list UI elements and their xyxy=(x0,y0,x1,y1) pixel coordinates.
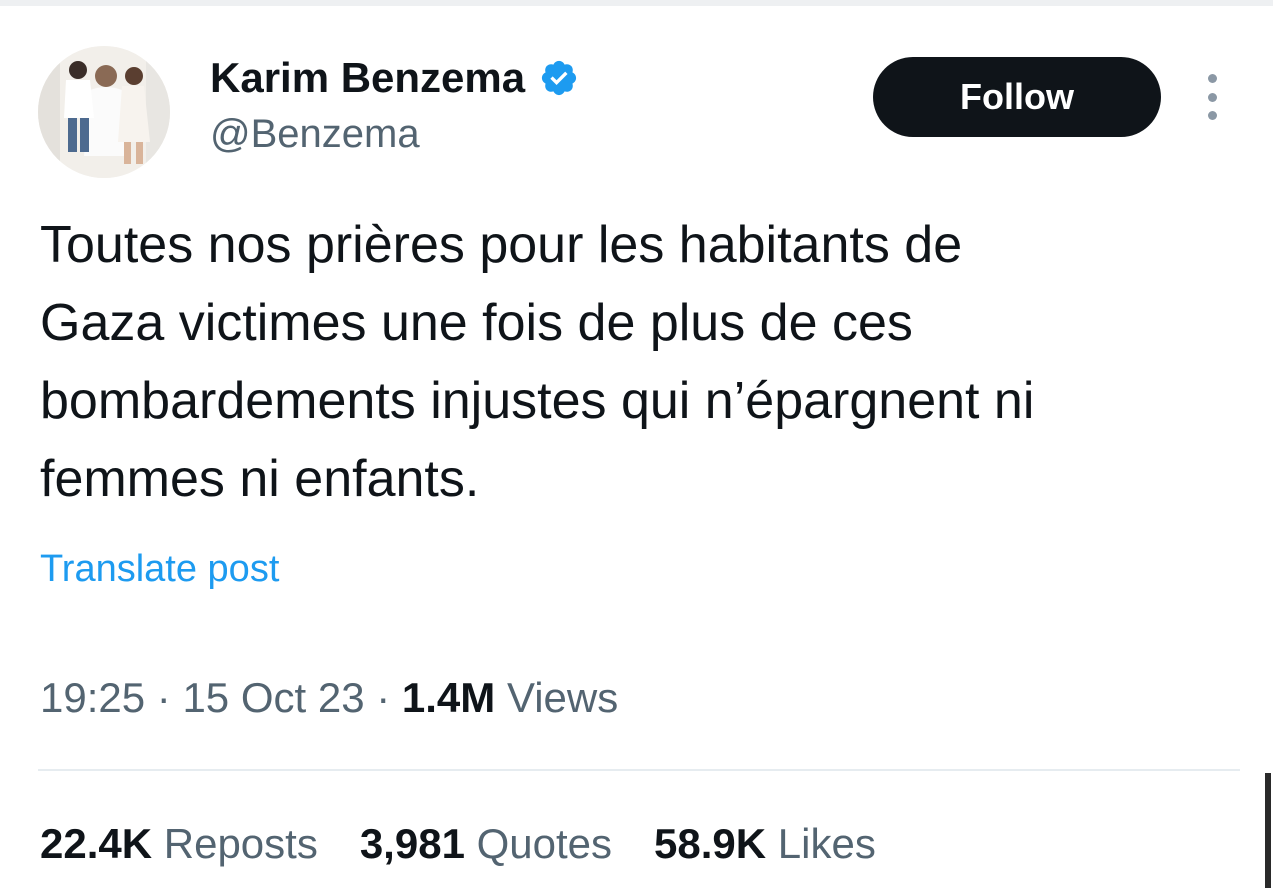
post-date[interactable]: 15 Oct 23 xyxy=(182,674,364,721)
reposts-label: Reposts xyxy=(163,820,318,867)
stats-divider xyxy=(38,769,1240,771)
views-label: Views xyxy=(506,674,619,721)
translate-post-link[interactable]: Translate post xyxy=(40,548,279,591)
more-dot xyxy=(1207,111,1217,120)
meta-separator: · xyxy=(156,674,171,721)
quotes-stat[interactable]: 3,981 Quotes xyxy=(360,820,612,868)
meta-separator: · xyxy=(376,674,391,721)
likes-label: Likes xyxy=(777,820,876,867)
likes-stat[interactable]: 58.9K Likes xyxy=(654,820,876,868)
more-dot xyxy=(1207,74,1217,83)
post-text-line: femmes ni enfants. xyxy=(40,450,480,508)
reposts-stat[interactable]: 22.4K Reposts xyxy=(40,820,318,868)
post-time[interactable]: 19:25 xyxy=(40,674,145,721)
scrollbar[interactable] xyxy=(1265,773,1271,888)
display-name[interactable]: Karim Benzema xyxy=(210,54,525,102)
reposts-count: 22.4K xyxy=(40,820,153,867)
post-text: Toutes nos prières pour les habitants de… xyxy=(40,206,1240,518)
quotes-count: 3,981 xyxy=(359,820,465,867)
post-text-line: Gaza victimes une fois de plus de ces xyxy=(40,294,913,352)
top-divider xyxy=(0,0,1273,6)
author-name-row: Karim Benzema xyxy=(210,53,579,103)
avatar[interactable] xyxy=(38,46,170,178)
verified-badge-icon[interactable] xyxy=(539,58,579,98)
post-page: Karim Benzema @Benzema Follow Toutes nos… xyxy=(0,0,1273,888)
engagement-stats: 22.4K Reposts 3,981 Quotes 58.9K Likes xyxy=(40,820,876,868)
follow-button[interactable]: Follow xyxy=(873,57,1161,137)
more-vertical-icon[interactable] xyxy=(1200,74,1224,120)
views-count: 1.4M xyxy=(401,674,496,721)
likes-count: 58.9K xyxy=(654,820,767,867)
post-text-line: Toutes nos prières pour les habitants de xyxy=(40,216,963,274)
post-meta: 19:25 · 15 Oct 23 · 1.4M Views xyxy=(40,674,618,722)
more-dot xyxy=(1207,92,1217,102)
post-text-line: bombardements injustes qui n’épargnent n… xyxy=(40,372,1035,430)
avatar-photo xyxy=(38,46,170,178)
quotes-label: Quotes xyxy=(476,820,613,867)
author-handle[interactable]: @Benzema xyxy=(210,112,420,157)
